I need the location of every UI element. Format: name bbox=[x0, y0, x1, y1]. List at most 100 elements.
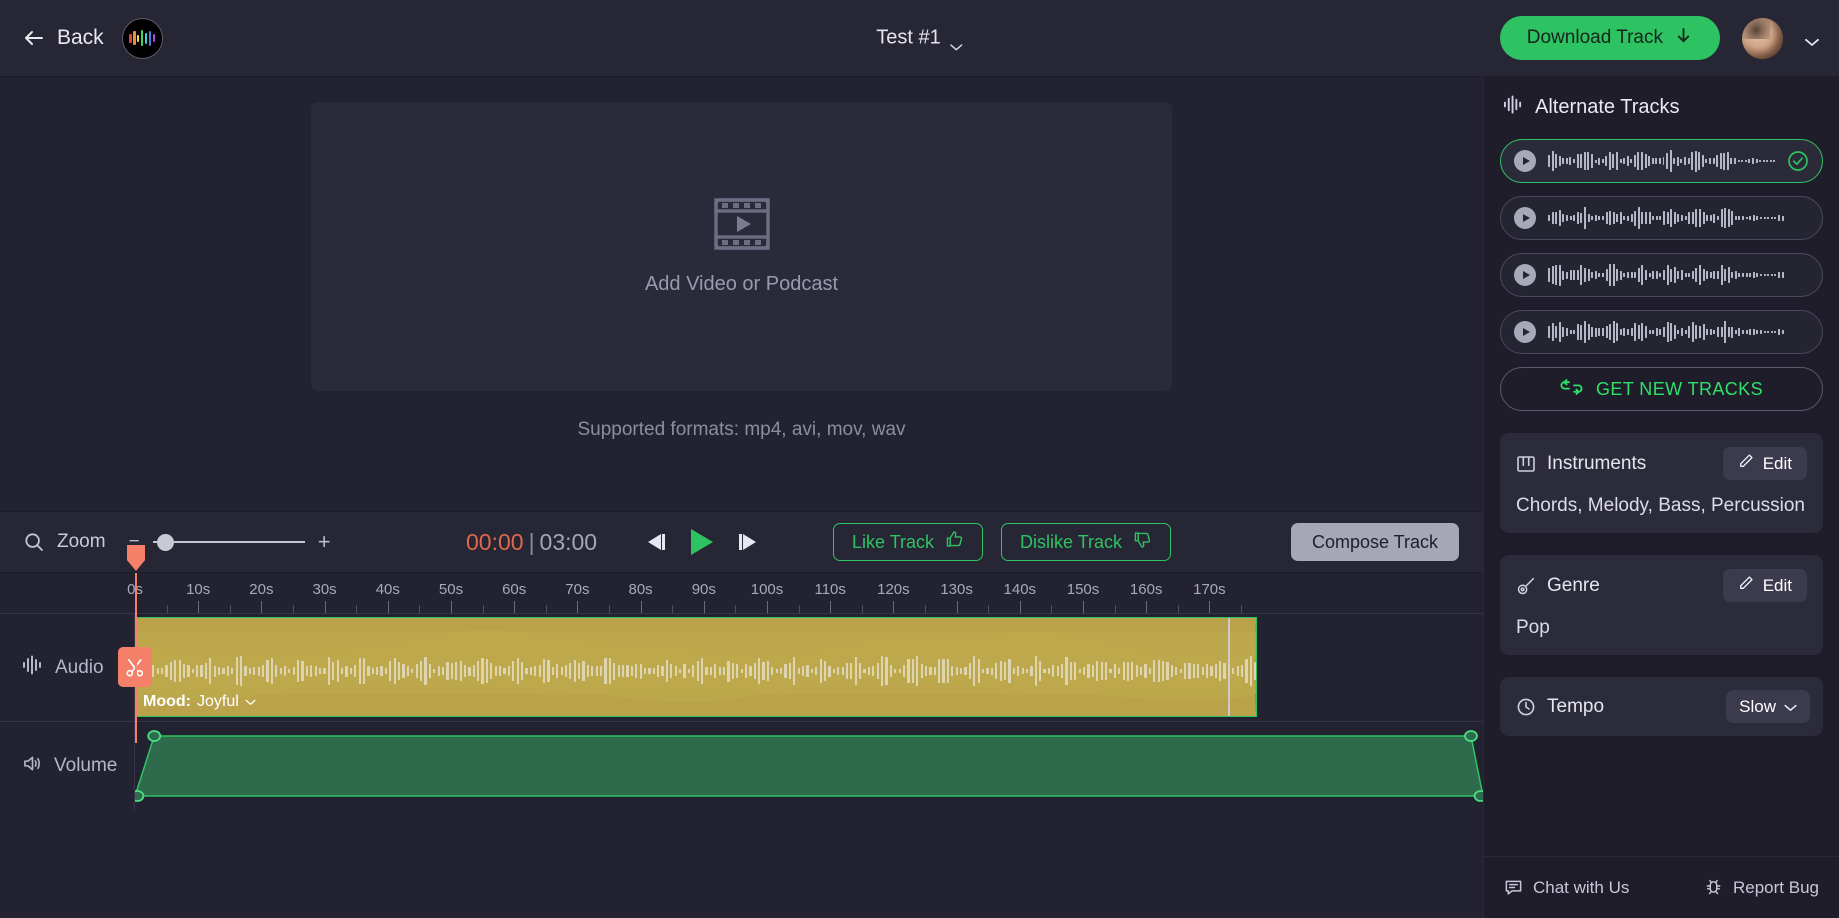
track-waveform-preview bbox=[1548, 150, 1775, 172]
wave-bar bbox=[1551, 211, 1554, 225]
track-waveform-preview bbox=[1548, 264, 1809, 286]
ruler-label: 50s bbox=[438, 581, 464, 598]
wave-bar bbox=[477, 660, 480, 682]
skip-back-icon[interactable] bbox=[641, 531, 667, 553]
wave-bar bbox=[1061, 664, 1064, 678]
scissors-icon[interactable] bbox=[118, 647, 152, 687]
alternate-track-item[interactable] bbox=[1500, 310, 1823, 354]
wave-bar bbox=[1612, 212, 1615, 224]
wave-bar bbox=[1548, 155, 1550, 167]
genre-edit-button[interactable]: Edit bbox=[1722, 569, 1807, 602]
wave-bar bbox=[1616, 213, 1619, 223]
timeline-ruler[interactable]: 0s 10s 20s 30s 40s 50s 60s 70s 80s 90s 100s 110s 120… bbox=[0, 573, 1483, 614]
wave-bar bbox=[235, 656, 238, 686]
wave-bar bbox=[1738, 216, 1741, 220]
volume-track-area[interactable] bbox=[135, 722, 1483, 810]
instruments-edit-button[interactable]: Edit bbox=[1722, 447, 1807, 480]
wave-bar bbox=[1645, 211, 1648, 225]
wave-bar bbox=[705, 667, 708, 675]
play-circle-icon[interactable] bbox=[1514, 207, 1536, 229]
wave-bar bbox=[428, 663, 431, 679]
wave-bar bbox=[1719, 152, 1722, 170]
add-video-dropzone[interactable]: Add Video or Podcast bbox=[311, 102, 1172, 391]
like-track-button[interactable]: Like Track bbox=[833, 523, 984, 561]
wave-bar bbox=[1702, 211, 1705, 225]
play-circle-icon[interactable] bbox=[1514, 264, 1536, 286]
wave-bar bbox=[1627, 271, 1630, 279]
wave-bar bbox=[731, 663, 734, 679]
wave-bar bbox=[1752, 215, 1755, 221]
wave-bar bbox=[1587, 269, 1590, 281]
get-new-tracks-button[interactable]: GET NEW TRACKS bbox=[1500, 367, 1823, 411]
wave-bar bbox=[1666, 153, 1669, 169]
compose-track-button[interactable]: Compose Track bbox=[1290, 523, 1459, 561]
wave-bar bbox=[1716, 154, 1719, 168]
audio-label-text: Audio bbox=[55, 656, 104, 678]
alternate-track-item[interactable] bbox=[1500, 139, 1823, 183]
skip-forward-icon[interactable] bbox=[737, 531, 763, 553]
wave-bar bbox=[1655, 270, 1658, 280]
wave-bar bbox=[1756, 216, 1759, 220]
wave-bar bbox=[1662, 157, 1665, 165]
wave-bar bbox=[1691, 270, 1694, 280]
zoom-in-button[interactable]: + bbox=[318, 529, 331, 555]
wave-bar bbox=[1731, 211, 1734, 225]
logo-bar bbox=[144, 32, 148, 44]
wave-bar bbox=[1691, 152, 1694, 170]
avatar[interactable] bbox=[1742, 17, 1783, 59]
add-video-label: Add Video or Podcast bbox=[644, 272, 839, 295]
wave-bar bbox=[1197, 663, 1200, 679]
zoom-out-button[interactable]: − bbox=[129, 531, 140, 553]
wave-bar bbox=[1113, 664, 1116, 678]
ruler-tick bbox=[1051, 605, 1053, 613]
wave-bar bbox=[1742, 329, 1745, 335]
wave-bar bbox=[1648, 330, 1651, 334]
report-bug-link[interactable]: Report Bug bbox=[1704, 878, 1819, 898]
play-icon[interactable] bbox=[688, 527, 716, 557]
wave-bar bbox=[1078, 668, 1081, 674]
wave-bar bbox=[174, 659, 177, 683]
wave-bar bbox=[1778, 272, 1780, 278]
wave-bar bbox=[1091, 664, 1094, 678]
genre-value: Pop bbox=[1516, 617, 1550, 638]
play-circle-icon[interactable] bbox=[1514, 150, 1536, 172]
wave-bar bbox=[951, 665, 954, 677]
alternate-track-item[interactable] bbox=[1500, 196, 1823, 240]
logo-bar bbox=[140, 30, 144, 46]
wave-bar bbox=[371, 667, 374, 675]
wave-bar bbox=[516, 658, 519, 684]
zoom-slider-thumb[interactable] bbox=[156, 533, 174, 551]
waveform-logo-icon[interactable] bbox=[121, 17, 163, 59]
wave-bar bbox=[367, 666, 370, 676]
tempo-select[interactable]: Slow bbox=[1726, 690, 1810, 723]
wave-bar bbox=[218, 667, 221, 675]
wave-bar bbox=[1637, 152, 1640, 170]
audio-track-area[interactable]: Mood: Joyful bbox=[118, 614, 1483, 721]
wave-bar bbox=[1752, 272, 1755, 278]
wave-bar bbox=[1192, 664, 1195, 678]
back-button[interactable]: Back bbox=[22, 26, 104, 50]
mood-dropdown[interactable]: Mood: Joyful bbox=[143, 693, 256, 711]
wave-bar bbox=[1096, 660, 1099, 682]
zoom-slider[interactable] bbox=[152, 533, 305, 551]
download-track-button[interactable]: Download Track bbox=[1499, 16, 1720, 60]
ruler-tick bbox=[767, 601, 768, 613]
wave-bar bbox=[1623, 215, 1626, 221]
chat-with-us-link[interactable]: Chat with Us bbox=[1504, 878, 1629, 898]
audio-clip[interactable]: Mood: Joyful bbox=[135, 617, 1257, 717]
wave-bar bbox=[1673, 266, 1676, 284]
wave-bar bbox=[854, 657, 857, 685]
wave-bar bbox=[907, 659, 910, 683]
wave-bar bbox=[569, 662, 572, 680]
project-title-dropdown[interactable]: Test #1 bbox=[876, 27, 963, 50]
wave-bar bbox=[226, 666, 230, 676]
alternate-track-item[interactable] bbox=[1500, 253, 1823, 297]
play-circle-icon[interactable] bbox=[1514, 321, 1536, 343]
wave-bar bbox=[1608, 152, 1611, 170]
wave-bar bbox=[832, 668, 835, 674]
chevron-down-icon[interactable] bbox=[1805, 34, 1819, 46]
wave-bar bbox=[1680, 328, 1683, 336]
wave-bar bbox=[1583, 207, 1586, 229]
volume-envelope[interactable] bbox=[135, 722, 1483, 810]
dislike-track-button[interactable]: Dislike Track bbox=[1001, 523, 1172, 561]
